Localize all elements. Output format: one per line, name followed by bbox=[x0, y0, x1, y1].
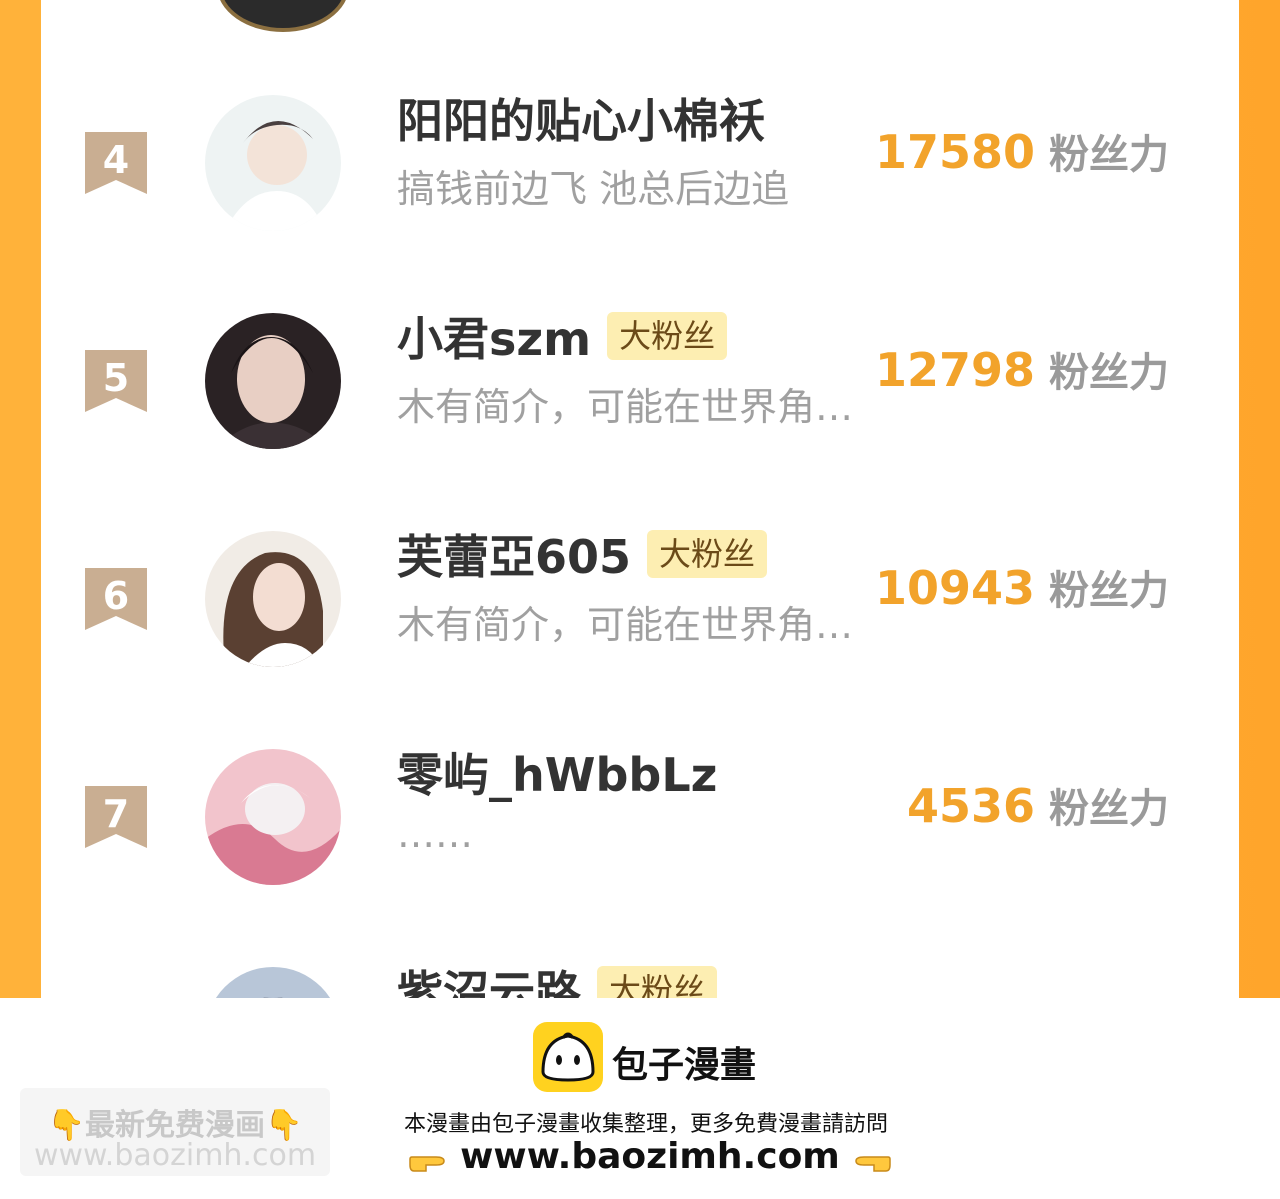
ranking-row[interactable]: 5 小君szm 大粉丝 木有简介，可能在世界角… 12798 粉丝力 bbox=[41, 298, 1239, 458]
user-name[interactable]: 零屿_hWbbLz bbox=[397, 739, 717, 805]
ranking-row[interactable]: 4 阳阳的贴心小棉袄 搞钱前边飞 池总后边追 17580 粉丝力 bbox=[41, 80, 1239, 240]
fan-power-value: 12798 bbox=[874, 343, 1035, 397]
fan-power-unit: 粉丝力 bbox=[1049, 568, 1169, 614]
name-line: 紫沼云路 大粉丝 bbox=[397, 957, 718, 998]
footer: 包子漫畫 👇最新免费漫画👇 www.baozimh.com 本漫畫由包子漫畫收集… bbox=[0, 998, 1280, 1199]
fan-power: 4536 粉丝力 bbox=[907, 776, 1169, 834]
rank-badge: 5 bbox=[85, 350, 147, 412]
avatar-rank-3-partial[interactable] bbox=[217, 0, 349, 32]
avatar[interactable] bbox=[205, 531, 341, 667]
fan-power-unit: 粉丝力 bbox=[1049, 786, 1169, 832]
fan-badge: 大粉丝 bbox=[607, 312, 728, 360]
fan-badge: 大粉丝 bbox=[597, 966, 718, 998]
ranking-row[interactable]: 紫沼云路 大粉丝 bbox=[41, 952, 1239, 998]
fan-power: 10943 粉丝力 bbox=[875, 558, 1169, 616]
rank-number: 5 bbox=[102, 356, 130, 400]
fan-power: 12798 粉丝力 bbox=[875, 340, 1169, 398]
avatar[interactable] bbox=[205, 313, 341, 449]
avatar[interactable] bbox=[205, 749, 341, 885]
site-url[interactable]: www.baozimh.com bbox=[460, 1136, 840, 1177]
rank-badge: 7 bbox=[85, 786, 147, 848]
ranking-panel: 4 阳阳的贴心小棉袄 搞钱前边飞 池总后边追 17580 粉丝力 5 小君szm… bbox=[41, 0, 1239, 998]
user-name[interactable]: 紫沼云路 bbox=[397, 957, 581, 998]
name-line: 芙蕾亞605 大粉丝 bbox=[397, 521, 768, 587]
url-line: www.baozimh.com bbox=[0, 1136, 1280, 1177]
fan-power-value: 4536 bbox=[906, 779, 1035, 833]
user-bio: …… bbox=[397, 812, 473, 856]
name-line: 阳阳的贴心小棉袄 bbox=[397, 88, 765, 148]
bun-logo-icon[interactable] bbox=[533, 1022, 603, 1092]
rank-number: 6 bbox=[102, 574, 130, 618]
notice-text: 本漫畫由包子漫畫收集整理，更多免費漫畫請訪問 bbox=[403, 1112, 888, 1137]
user-name[interactable]: 小君szm bbox=[397, 303, 591, 369]
fan-power: 17580 粉丝力 bbox=[875, 122, 1169, 180]
pointing-right-hand-icon bbox=[408, 1143, 448, 1173]
pointing-left-hand-icon bbox=[852, 1143, 892, 1173]
fan-power-unit: 粉丝力 bbox=[1049, 350, 1169, 396]
rank-badge: 6 bbox=[85, 568, 147, 630]
rank-number: 7 bbox=[102, 792, 130, 836]
fan-power-value: 10943 bbox=[874, 561, 1035, 615]
brand-name[interactable]: 包子漫畫 bbox=[612, 1036, 756, 1088]
name-line: 零屿_hWbbLz bbox=[397, 742, 717, 802]
ranking-frame: 4 阳阳的贴心小棉袄 搞钱前边飞 池总后边追 17580 粉丝力 5 小君szm… bbox=[0, 0, 1280, 998]
user-name[interactable]: 阳阳的贴心小棉袄 bbox=[397, 85, 765, 151]
ranking-row[interactable]: 7 零屿_hWbbLz …… 4536 粉丝力 bbox=[41, 734, 1239, 894]
name-line: 小君szm 大粉丝 bbox=[397, 303, 728, 369]
user-bio: 木有简介，可能在世界角… bbox=[397, 385, 854, 429]
user-name[interactable]: 芙蕾亞605 bbox=[397, 521, 631, 587]
rank-number: 4 bbox=[102, 138, 130, 182]
ranking-row[interactable]: 6 芙蕾亞605 大粉丝 木有简介，可能在世界角… 10943 粉丝力 bbox=[41, 516, 1239, 676]
avatar[interactable] bbox=[205, 967, 341, 998]
fan-badge: 大粉丝 bbox=[647, 530, 768, 578]
user-bio: 搞钱前边飞 池总后边追 bbox=[397, 167, 790, 211]
fan-power-value: 17580 bbox=[874, 125, 1035, 179]
user-bio: 木有简介，可能在世界角… bbox=[397, 603, 854, 647]
avatar[interactable] bbox=[205, 95, 341, 231]
rank-badge: 4 bbox=[85, 132, 147, 194]
fan-power-unit: 粉丝力 bbox=[1049, 132, 1169, 178]
